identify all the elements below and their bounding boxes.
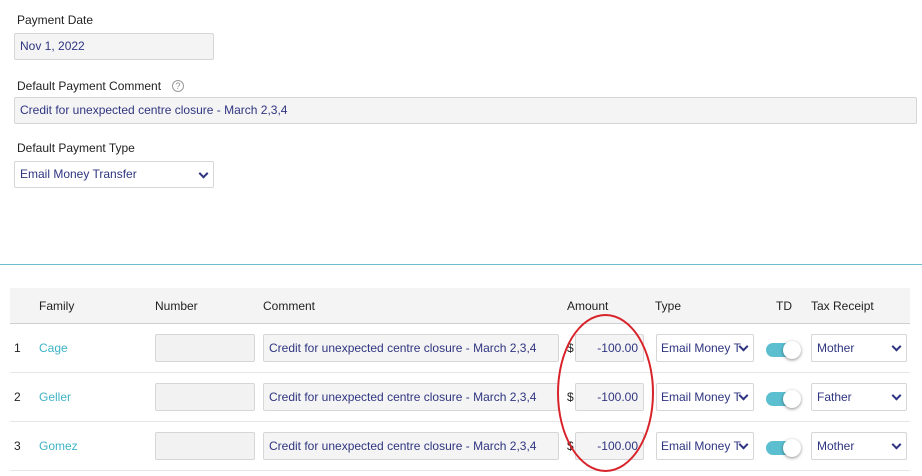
header-number: Number bbox=[155, 299, 198, 313]
tax-receipt-value: Father bbox=[817, 390, 852, 404]
default-comment-field[interactable]: Credit for unexpected centre closure - M… bbox=[14, 97, 917, 124]
header-td: TD bbox=[776, 299, 792, 313]
toggle-knob bbox=[783, 390, 801, 408]
type-select[interactable]: Email Money T bbox=[656, 383, 754, 411]
default-type-value: Email Money Transfer bbox=[20, 167, 137, 181]
table-row: 1 Cage Credit for unexpected centre clos… bbox=[10, 324, 910, 373]
help-icon[interactable]: ? bbox=[172, 80, 184, 92]
header-type: Type bbox=[655, 299, 682, 313]
table-header: Family Number Comment Amount Type TD Tax… bbox=[10, 288, 910, 324]
comment-input[interactable]: Credit for unexpected centre closure - M… bbox=[263, 383, 559, 411]
tax-receipt-value: Mother bbox=[817, 341, 855, 355]
default-type-select[interactable]: Email Money Transfer bbox=[14, 161, 214, 188]
default-comment-label: Default Payment Comment bbox=[17, 79, 162, 93]
header-family: Family bbox=[39, 299, 75, 313]
chevron-down-icon bbox=[891, 439, 902, 450]
amount-input[interactable]: -100.00 bbox=[575, 383, 644, 411]
row-index: 2 bbox=[14, 390, 21, 404]
type-select[interactable]: Email Money T bbox=[656, 334, 754, 362]
table-row: 2 Geller Credit for unexpected centre cl… bbox=[10, 373, 910, 422]
payment-date-field[interactable]: Nov 1, 2022 bbox=[14, 33, 214, 60]
type-select[interactable]: Email Money T bbox=[656, 432, 754, 460]
chevron-down-icon bbox=[891, 390, 902, 401]
currency-symbol: $ bbox=[567, 390, 574, 404]
comment-input[interactable]: Credit for unexpected centre closure - M… bbox=[263, 334, 559, 362]
toggle-knob bbox=[783, 341, 801, 359]
tax-receipt-select[interactable]: Mother bbox=[811, 334, 907, 362]
tax-receipt-select[interactable]: Mother bbox=[811, 432, 907, 460]
chevron-down-icon bbox=[891, 341, 902, 352]
number-input[interactable] bbox=[155, 334, 255, 362]
header-comment: Comment bbox=[263, 299, 316, 313]
chevron-down-icon bbox=[198, 168, 209, 179]
section-divider bbox=[0, 264, 922, 265]
header-tax-receipt: Tax Receipt bbox=[811, 299, 874, 313]
number-input[interactable] bbox=[155, 383, 255, 411]
number-input[interactable] bbox=[155, 432, 255, 460]
type-value: Email Money T bbox=[661, 439, 741, 453]
amount-input[interactable]: -100.00 bbox=[575, 334, 644, 362]
family-link[interactable]: Geller bbox=[39, 390, 71, 404]
toggle-knob bbox=[783, 439, 801, 457]
comment-input[interactable]: Credit for unexpected centre closure - M… bbox=[263, 432, 559, 460]
currency-symbol: $ bbox=[567, 439, 574, 453]
type-value: Email Money T bbox=[661, 341, 741, 355]
table-row: 3 Gomez Credit for unexpected centre clo… bbox=[10, 422, 910, 471]
td-toggle[interactable] bbox=[766, 341, 801, 359]
td-toggle[interactable] bbox=[766, 390, 801, 408]
row-index: 3 bbox=[14, 439, 21, 453]
td-toggle[interactable] bbox=[766, 439, 801, 457]
type-value: Email Money T bbox=[661, 390, 741, 404]
family-link[interactable]: Gomez bbox=[39, 439, 78, 453]
header-amount: Amount bbox=[567, 299, 609, 313]
default-type-label: Default Payment Type bbox=[17, 141, 135, 155]
currency-symbol: $ bbox=[567, 341, 574, 355]
tax-receipt-value: Mother bbox=[817, 439, 855, 453]
row-index: 1 bbox=[14, 341, 21, 355]
family-link[interactable]: Cage bbox=[39, 341, 68, 355]
payment-date-label: Payment Date bbox=[17, 13, 94, 27]
tax-receipt-select[interactable]: Father bbox=[811, 383, 907, 411]
amount-input[interactable]: -100.00 bbox=[575, 432, 644, 460]
